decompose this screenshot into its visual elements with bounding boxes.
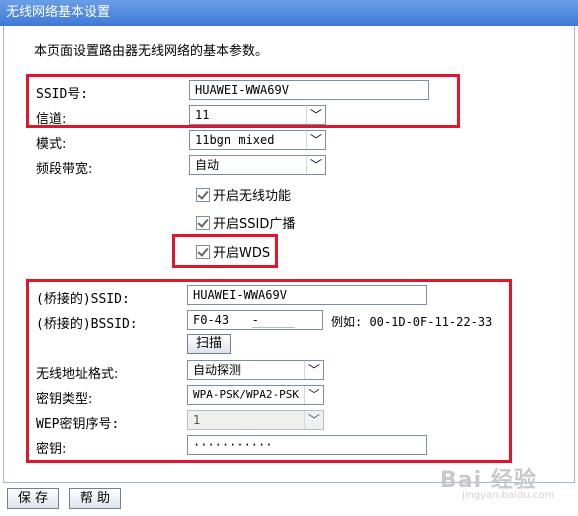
mode-select[interactable]: 11bgn mixed ﹀ [189, 130, 326, 150]
chevron-down-icon: ﹀ [306, 156, 325, 174]
window-title: 无线网络基本设置 [6, 5, 111, 20]
enable-ssid-broadcast-checkbox[interactable]: 开启SSID广播 [196, 213, 295, 232]
window-title-bar: 无线网络基本设置 [0, 0, 578, 26]
enable-wireless-checkbox[interactable]: 开启无线功能 [196, 185, 291, 204]
checkbox-checked-icon [196, 216, 210, 230]
bandwidth-value: 自动 [195, 158, 220, 172]
mode-label: 模式: [36, 137, 67, 152]
mode-value: 11bgn mixed [195, 133, 275, 147]
bandwidth-select[interactable]: 自动 ﹀ [189, 155, 326, 175]
enable-ssid-broadcast-label: 开启SSID广播 [213, 217, 296, 232]
help-button[interactable]: 帮 助 [69, 488, 121, 509]
enable-wireless-label: 开启无线功能 [213, 189, 292, 204]
baidu-watermark-url: jingyan.baidu.com [462, 490, 555, 501]
page-description: 本页面设置路由器无线网络的基本参数。 [34, 44, 269, 59]
highlight-box-basic [26, 74, 460, 128]
chevron-down-icon: ﹀ [306, 131, 325, 149]
highlight-box-wds [172, 234, 278, 268]
save-button[interactable]: 保 存 [7, 488, 59, 509]
bandwidth-label: 频段带宽: [36, 162, 93, 177]
highlight-box-bridge [26, 279, 512, 463]
checkbox-checked-icon [196, 188, 210, 202]
